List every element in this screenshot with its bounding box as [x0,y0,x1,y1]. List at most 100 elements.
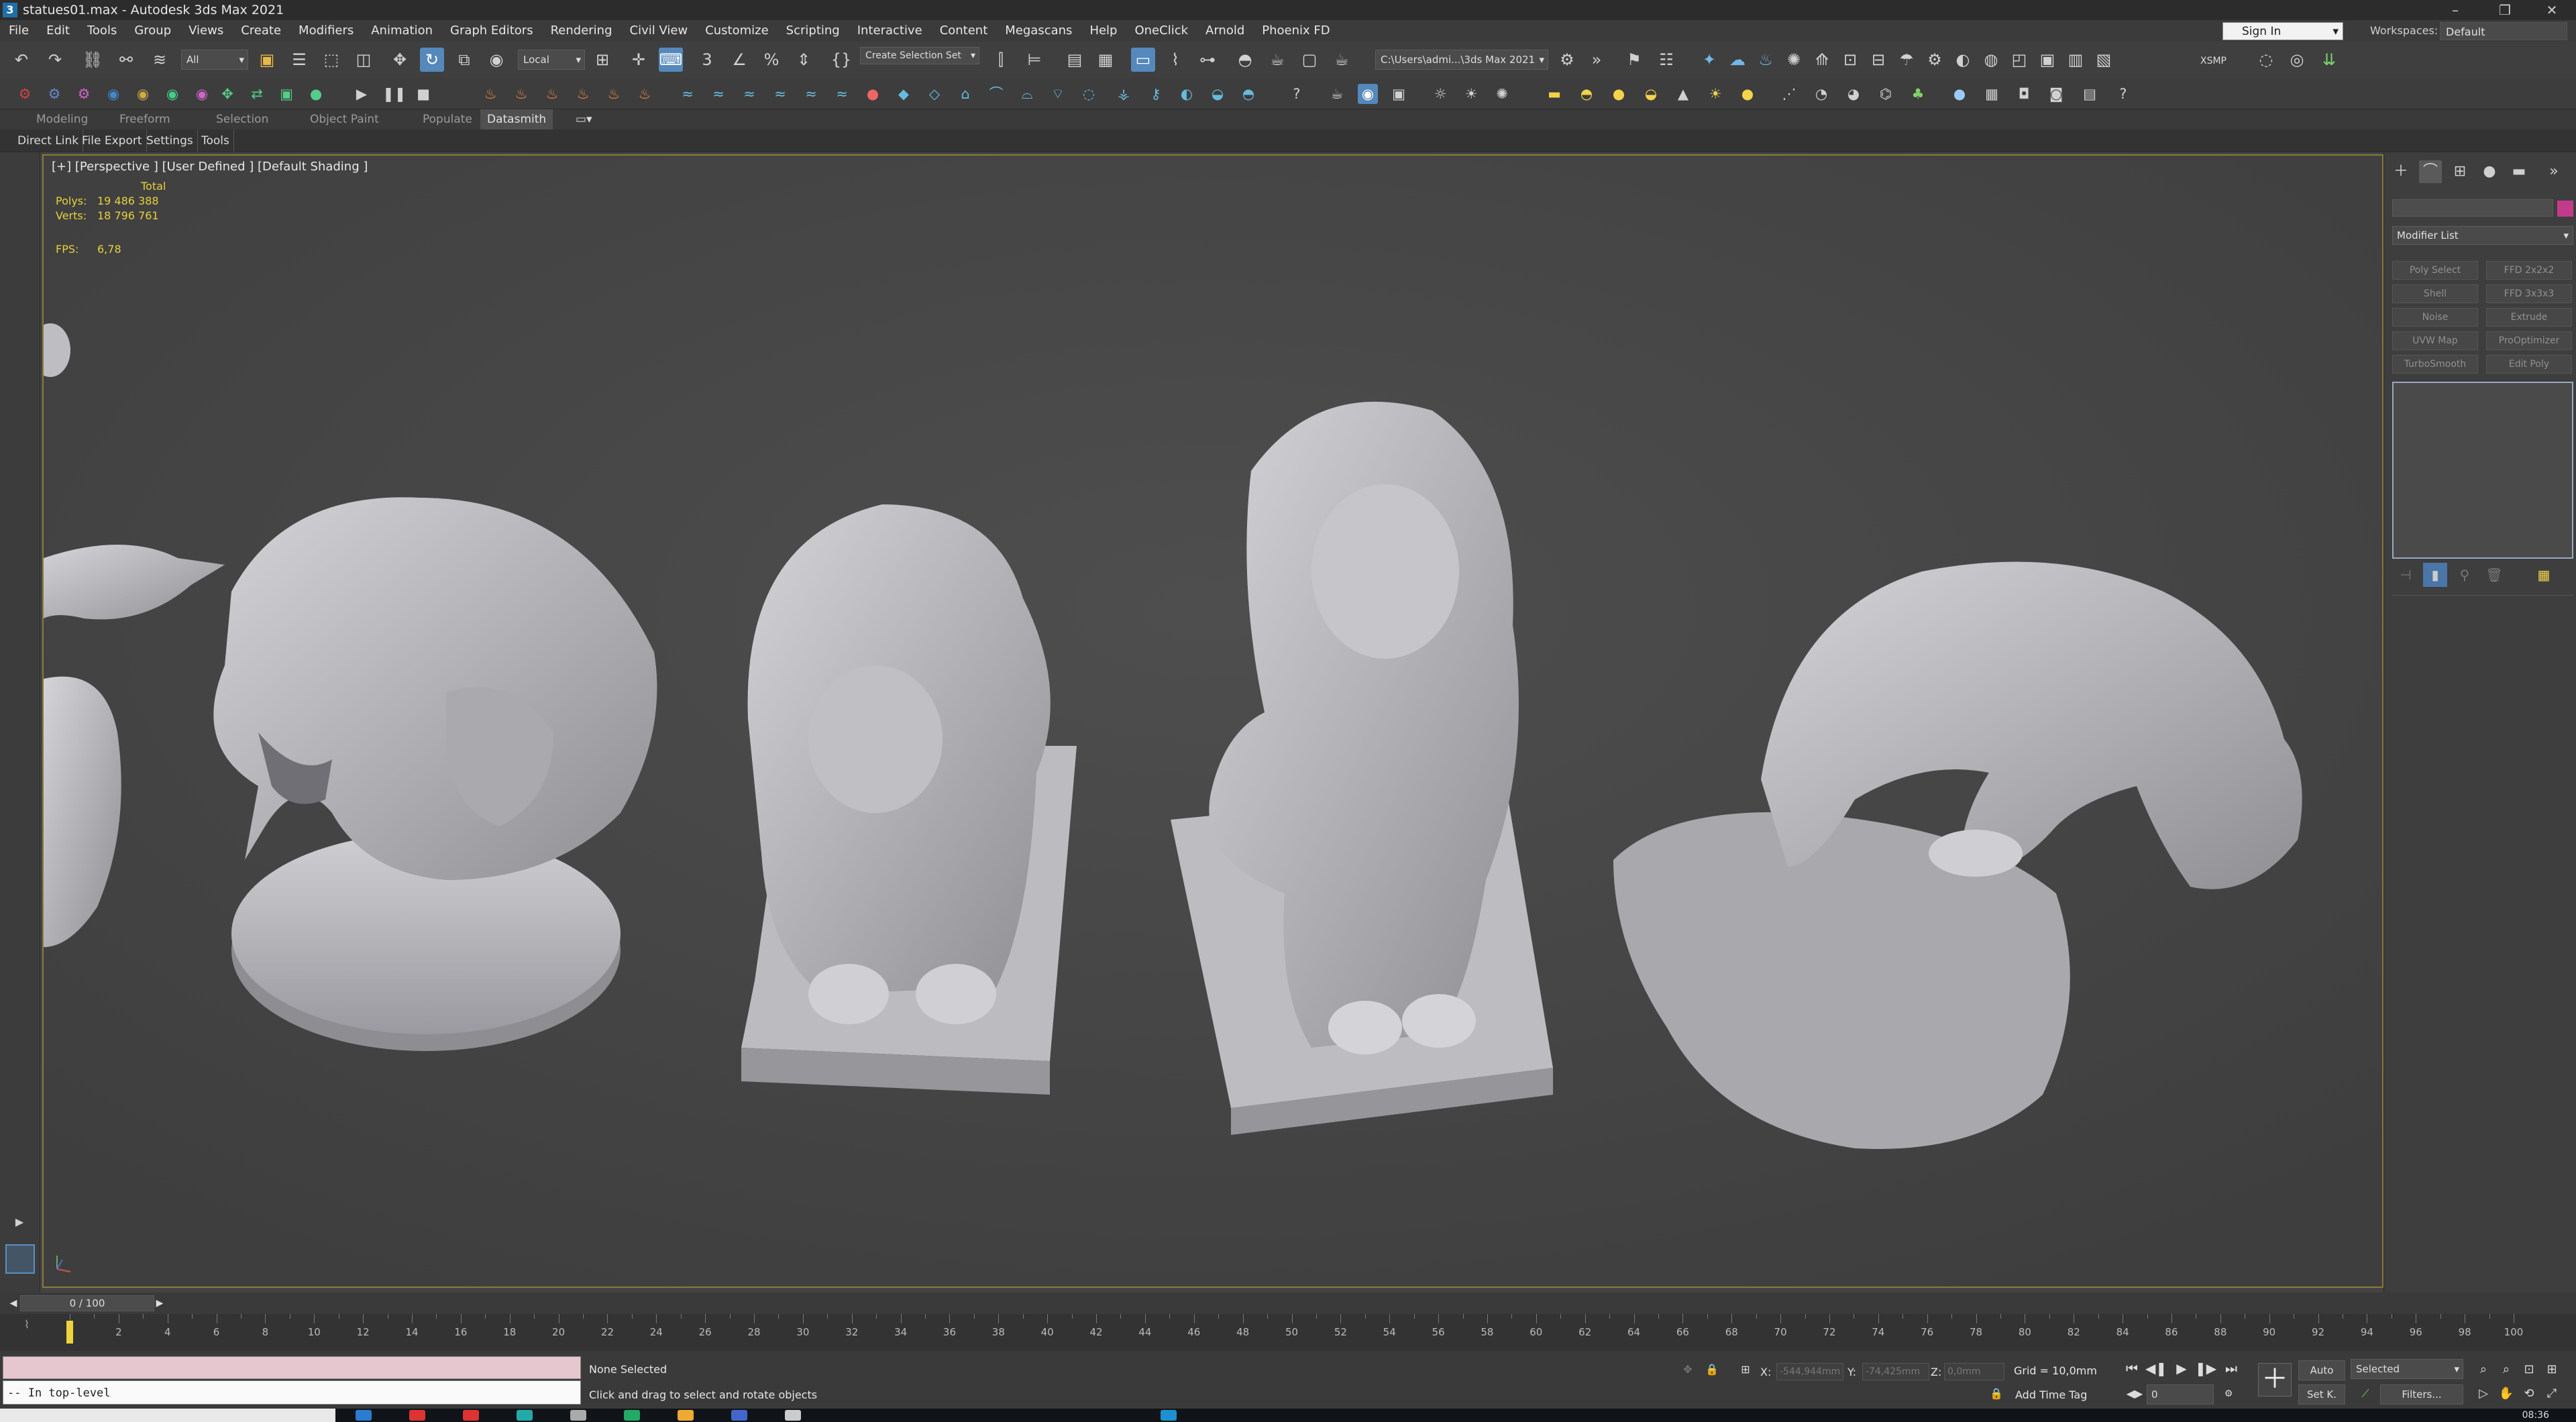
taskbar-app-6-icon[interactable] [624,1410,640,1421]
menu-views[interactable]: Views [180,20,232,42]
display-tab-icon[interactable]: ▬ [2508,160,2530,183]
maxscript-listener-bottom[interactable]: -- In top-level [3,1380,581,1405]
fire-4-icon[interactable]: ♨ [573,84,593,104]
z-coordinate-field[interactable]: 0,0mm [1944,1363,2004,1380]
arnold-1-icon[interactable]: ● [863,84,883,104]
arnold-procedural-icon[interactable]: ♣ [1908,84,1928,104]
toggle-ribbon-icon[interactable]: ▭ [1131,48,1155,72]
undo-icon[interactable]: ↶ [9,48,34,72]
liquid-1-icon[interactable]: ≈ [678,84,698,104]
perspective-viewport[interactable]: [+] [Perspective ] [User Defined ] [Defa… [42,154,2383,1288]
phoenix-e-icon[interactable]: ⟰ [1810,48,1834,72]
mini-curve-editor-icon[interactable]: ⌇ [16,1314,38,1335]
light-sun-icon[interactable]: ☀ [1705,84,1725,104]
plugin-a-icon[interactable]: ⚑ [1622,48,1646,72]
previous-frame-icon[interactable]: ◀❚ [2145,1358,2167,1379]
tab-selection[interactable]: Selection [209,109,275,129]
arnold-shader-icon[interactable]: ◕ [1843,84,1864,104]
percent-snap-icon[interactable]: % [759,48,784,72]
light-sphere-icon[interactable]: ● [1609,84,1629,104]
fire-5-icon[interactable]: ♨ [604,84,624,104]
pivot-center-icon[interactable]: ⊞ [590,48,614,72]
menu-arnold[interactable]: Arnold [1197,20,1253,42]
tool-6-icon[interactable]: ◉ [162,84,182,104]
bind-space-warp-icon[interactable]: ≋ [148,48,172,72]
phoenix-n-icon[interactable]: ▥ [2063,48,2088,72]
subtab-tools[interactable]: Tools [197,129,234,152]
menu-scripting[interactable]: Scripting [777,20,849,42]
tab-datasmith[interactable]: Datasmith [480,109,553,129]
modifier-turbosmooth-button[interactable]: TurboSmooth [2392,355,2478,374]
zoom-all-icon[interactable]: ⌕ [2496,1359,2517,1380]
phoenix-l-icon[interactable]: ◰ [2007,48,2031,72]
time-slider-next-icon[interactable]: ▶ [149,1293,170,1314]
current-frame-field[interactable]: 0 [2147,1384,2214,1405]
taskbar-app-1-icon[interactable] [356,1410,372,1421]
scene-explorer-icon[interactable]: ▤ [1063,48,1087,72]
taskbar-search[interactable] [0,1409,335,1422]
named-selection-set-dropdown[interactable]: Create Selection Set [860,47,979,64]
menu-file[interactable]: File [0,20,38,42]
taskbar-app-8-icon[interactable] [731,1410,747,1421]
help-icon[interactable]: ? [1287,84,1307,104]
time-config-icon[interactable]: ⚙ [2218,1383,2239,1405]
curve-editor-icon[interactable]: ⌇ [1163,48,1187,72]
phoenix-m-icon[interactable]: ▣ [2035,48,2059,72]
render-setup-icon[interactable]: ☕ [1265,48,1289,72]
phoenix-a-icon[interactable]: ✦ [1697,48,1721,72]
time-tag-lock-icon[interactable]: 🔒 [1986,1383,2007,1405]
arnold-sky-icon[interactable]: ● [1949,84,1970,104]
expand-arrow-icon[interactable]: ▶ [9,1212,30,1232]
move-icon[interactable]: ✥ [388,48,412,72]
minimize-icon[interactable]: – [2435,0,2475,20]
menu-graph-editors[interactable]: Graph Editors [441,20,542,42]
light-rect-icon[interactable]: ▬ [1544,84,1564,104]
configure-modifier-sets-icon[interactable]: ▦ [2532,563,2556,587]
tool-7-icon[interactable]: ◉ [192,84,212,104]
edit-named-selection-icon[interactable]: {} [829,48,853,72]
xsmp-b-icon[interactable]: ◎ [2285,48,2309,72]
workspace-dropdown[interactable]: Default [2440,22,2567,40]
scale-icon[interactable]: ⧉ [452,48,476,72]
select-object-icon[interactable]: ▣ [255,48,279,72]
taskbar-app-7-icon[interactable] [678,1410,694,1421]
tool-8-icon[interactable]: ✥ [217,84,237,104]
remove-modifier-icon[interactable]: 🗑 [2482,563,2506,587]
arnold-light-2-icon[interactable]: ☀ [1461,84,1481,104]
tool-3-icon[interactable]: ⚙ [74,84,94,104]
tool-9-icon[interactable]: ⇄ [247,84,267,104]
spinner-snap-icon[interactable]: ⇕ [792,48,816,72]
light-mesh-icon[interactable]: ● [1737,84,1758,104]
project-folder-dropdown[interactable]: C:\Users\admi...\3ds Max 2021 [1375,50,1548,70]
zoom-icon[interactable]: ⌕ [2473,1359,2494,1380]
arnold-light-1-icon[interactable]: ☼ [1430,84,1450,104]
menu-rendering[interactable]: Rendering [542,20,621,42]
taskbar-app-2-icon[interactable] [409,1410,425,1421]
light-disc-icon[interactable]: ◒ [1641,84,1661,104]
x-coordinate-field[interactable]: -544,944mm [1776,1363,1843,1380]
y-coordinate-field[interactable]: -74,425mm [1862,1363,1929,1380]
frame-display[interactable]: 0 / 100 [20,1295,154,1311]
select-manipulate-icon[interactable]: ✛ [627,48,651,72]
fire-6-icon[interactable]: ♨ [635,84,655,104]
isolate-icon[interactable]: ✥ [1677,1359,1699,1380]
menu-oneclick[interactable]: OneClick [1126,20,1197,42]
modifier-uvw-map-button[interactable]: UVW Map [2392,331,2478,350]
show-end-result-icon[interactable]: ▮ [2423,563,2447,587]
arnold-11-icon[interactable]: ◐ [1177,84,1197,104]
go-to-start-icon[interactable]: ⏮ [2121,1358,2143,1379]
ribbon-options-icon[interactable]: ▭▾ [569,109,599,129]
modifier-shell-button[interactable]: Shell [2392,284,2478,303]
xsmp-c-icon[interactable]: ⇊ [2317,48,2341,72]
arnold-3-icon[interactable]: ◇ [924,84,945,104]
key-tangent-icon[interactable]: ⟋ [2355,1383,2376,1405]
menu-edit[interactable]: Edit [38,20,78,42]
menu-group[interactable]: Group [125,20,180,42]
menu-content[interactable]: Content [931,20,997,42]
link-icon[interactable]: ⛓ [80,48,105,72]
key-mode-icon[interactable]: ◀▶ [2124,1383,2145,1405]
tool-5-icon[interactable]: ◉ [133,84,153,104]
add-time-tag[interactable]: Add Time Tag [2015,1388,2087,1401]
make-unique-icon[interactable]: ⚲ [2453,563,2477,587]
snaps-toggle-icon[interactable]: 3 [695,48,719,72]
